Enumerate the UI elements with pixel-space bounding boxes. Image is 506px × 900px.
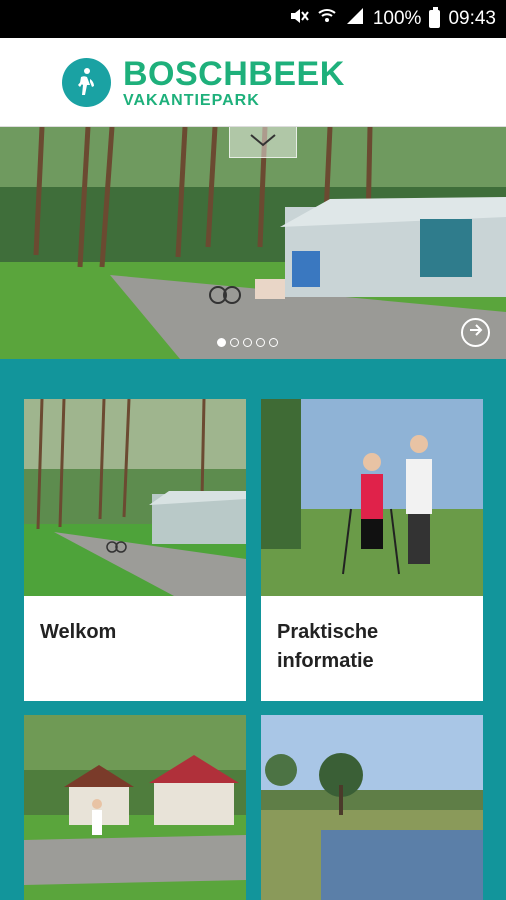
brand: BOSCHBEEK VAKANTIEPARK [123, 56, 345, 110]
app-header: BOSCHBEEK VAKANTIEPARK [0, 38, 506, 127]
carousel-dot[interactable] [256, 338, 265, 347]
arrow-right-icon [468, 322, 484, 343]
status-bar: 100% 09:43 [0, 0, 506, 38]
mute-icon [289, 7, 309, 31]
card-label: Welkom [40, 621, 117, 643]
clock: 09:43 [448, 8, 496, 29]
card-image [261, 715, 483, 900]
wifi-calling-icon [317, 7, 337, 31]
brand-title: BOSCHBEEK [123, 55, 345, 93]
menu-grid: Welkom Praktische informatie [0, 359, 506, 900]
card-welkom[interactable]: Welkom [24, 399, 246, 701]
battery-percent: 100% [372, 8, 422, 29]
card-praktische-informatie[interactable]: Praktische informatie [261, 399, 483, 701]
chevron-down-icon [248, 132, 278, 153]
brand-subtitle: VAKANTIEPARK [123, 92, 260, 109]
card-image [24, 399, 246, 596]
logo-icon[interactable] [62, 58, 111, 107]
card-nature[interactable] [261, 715, 483, 900]
carousel-dot[interactable] [243, 338, 252, 347]
carousel-next-button[interactable] [461, 318, 490, 347]
card-label: Praktische informatie [277, 621, 379, 672]
hero-image [0, 127, 506, 359]
status-icons: 100% 09:43 [289, 0, 496, 38]
carousel-dot[interactable] [217, 338, 226, 347]
hero-carousel[interactable] [0, 127, 506, 359]
carousel-dot[interactable] [230, 338, 239, 347]
battery-icon [429, 7, 441, 28]
carousel-dots [217, 338, 278, 347]
carousel-dot[interactable] [269, 338, 278, 347]
card-image [261, 399, 483, 596]
card-image [24, 715, 246, 900]
signal-icon [345, 7, 365, 31]
collapse-handle[interactable] [229, 127, 297, 158]
card-park[interactable] [24, 715, 246, 900]
